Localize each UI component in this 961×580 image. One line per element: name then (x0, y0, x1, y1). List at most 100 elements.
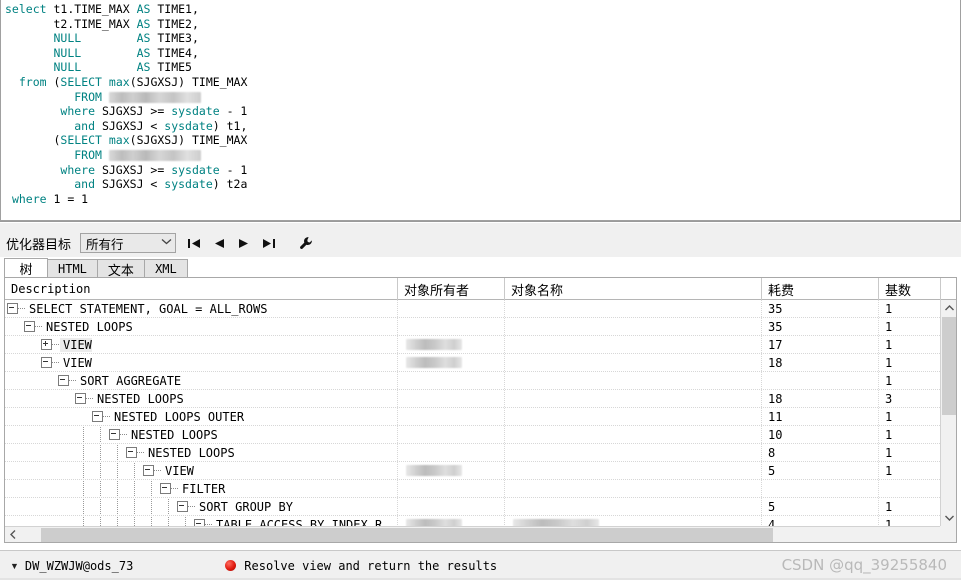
cell-cost[interactable] (762, 372, 879, 389)
tree-node[interactable]: FILTER (7, 480, 225, 497)
tree-node-label[interactable]: VIEW (162, 464, 194, 478)
tree-node[interactable]: SELECT STATEMENT, GOAL = ALL_ROWS (7, 300, 267, 317)
horizontal-scroll-thumb[interactable] (41, 527, 773, 542)
cell-cardinality[interactable]: 1 (879, 498, 941, 515)
cell-cardinality[interactable]: 3 (879, 390, 941, 407)
cell-object-owner[interactable] (398, 426, 505, 443)
cell-description[interactable]: VIEW (5, 354, 398, 371)
cell-cardinality[interactable]: 1 (879, 372, 941, 389)
tree-node-label[interactable]: SORT GROUP BY (196, 500, 293, 514)
cell-cost[interactable]: 8 (762, 444, 879, 461)
tree-node-label[interactable]: FILTER (179, 482, 225, 496)
tree-node[interactable]: SORT AGGREGATE (7, 372, 181, 389)
sql-editor-surface[interactable]: select t1.TIME_MAX AS TIME1, t2.TIME_MAX… (0, 0, 961, 221)
cell-description[interactable]: NESTED LOOPS (5, 318, 398, 335)
cell-cardinality[interactable]: 1 (879, 426, 941, 443)
tree-collapse-icon[interactable] (160, 483, 171, 494)
cell-object-name[interactable] (505, 498, 762, 515)
cell-object-owner[interactable] (398, 336, 505, 353)
tree-collapse-icon[interactable] (58, 375, 69, 386)
tree-node-label[interactable]: NESTED LOOPS (145, 446, 235, 460)
cell-object-owner[interactable] (398, 354, 505, 371)
tab-文本[interactable]: 文本 (96, 259, 145, 279)
cell-object-name[interactable] (505, 462, 762, 479)
tree-node-label[interactable]: SORT AGGREGATE (77, 374, 181, 388)
tree-node[interactable]: VIEW (7, 462, 194, 479)
cell-object-owner[interactable] (398, 498, 505, 515)
table-row[interactable]: NESTED LOOPS 10 1 (5, 426, 956, 444)
cell-object-owner[interactable] (398, 462, 505, 479)
connection-selector[interactable]: ▼ DW_WZWJW@ods_73 (10, 559, 133, 573)
cell-cost[interactable]: 18 (762, 390, 879, 407)
tab-xml[interactable]: XML (143, 259, 188, 278)
cell-object-owner[interactable] (398, 480, 505, 497)
cell-cost[interactable]: 35 (762, 300, 879, 317)
grid-body[interactable]: SELECT STATEMENT, GOAL = ALL_ROWS 35 1 NEST… (5, 300, 956, 542)
tree-node-label[interactable]: SELECT STATEMENT, GOAL = ALL_ROWS (26, 302, 267, 316)
tree-collapse-icon[interactable] (41, 357, 52, 368)
cell-cost[interactable]: 11 (762, 408, 879, 425)
tree-node[interactable]: NESTED LOOPS (7, 390, 184, 407)
cell-description[interactable]: FILTER (5, 480, 398, 497)
cell-object-name[interactable] (505, 426, 762, 443)
cell-cardinality[interactable]: 1 (879, 300, 941, 317)
tools-wrench-icon[interactable] (298, 235, 314, 251)
cell-object-name[interactable] (505, 354, 762, 371)
cell-description[interactable]: NESTED LOOPS OUTER (5, 408, 398, 425)
cell-object-name[interactable] (505, 336, 762, 353)
vertical-scroll-thumb[interactable] (942, 317, 956, 415)
tab-html[interactable]: HTML (47, 259, 98, 278)
cell-object-owner[interactable] (398, 408, 505, 425)
cell-cardinality[interactable]: 1 (879, 354, 941, 371)
column-header-desc[interactable]: Description (5, 278, 398, 300)
cell-description[interactable]: SELECT STATEMENT, GOAL = ALL_ROWS (5, 300, 398, 317)
scroll-up-icon[interactable] (941, 300, 956, 316)
cell-cost[interactable]: 10 (762, 426, 879, 443)
cell-description[interactable]: VIEW (5, 462, 398, 479)
cell-description[interactable]: VIEW (5, 336, 398, 353)
table-row[interactable]: NESTED LOOPS 18 3 (5, 390, 956, 408)
cell-cost[interactable]: 17 (762, 336, 879, 353)
cell-cardinality[interactable]: 1 (879, 408, 941, 425)
optimizer-goal-select[interactable]: 所有行 (80, 233, 177, 253)
table-row[interactable]: SORT GROUP BY 5 1 (5, 498, 956, 516)
cell-object-owner[interactable] (398, 444, 505, 461)
table-row[interactable]: NESTED LOOPS 35 1 (5, 318, 956, 336)
cell-cardinality[interactable]: 1 (879, 462, 941, 479)
tree-node[interactable]: NESTED LOOPS (7, 426, 218, 443)
tree-node-label[interactable]: VIEW (60, 356, 92, 370)
tree-node[interactable]: VIEW (7, 354, 92, 371)
vertical-scrollbar[interactable] (940, 300, 956, 526)
table-row[interactable]: NESTED LOOPS OUTER 11 1 (5, 408, 956, 426)
tree-collapse-icon[interactable] (24, 321, 35, 332)
cell-cardinality[interactable]: 1 (879, 318, 941, 335)
cell-cardinality[interactable]: 1 (879, 336, 941, 353)
column-header-card[interactable]: 基数 (879, 278, 941, 300)
scroll-left-icon[interactable] (5, 527, 21, 542)
tree-node-label[interactable]: NESTED LOOPS (94, 392, 184, 406)
tree-collapse-icon[interactable] (92, 411, 103, 422)
cell-object-name[interactable] (505, 318, 762, 335)
cell-object-owner[interactable] (398, 390, 505, 407)
tree-collapse-icon[interactable] (126, 447, 137, 458)
cell-object-name[interactable] (505, 372, 762, 389)
cell-object-owner[interactable] (398, 372, 505, 389)
cell-description[interactable]: SORT AGGREGATE (5, 372, 398, 389)
tree-node-label[interactable]: NESTED LOOPS (128, 428, 218, 442)
table-row[interactable]: SELECT STATEMENT, GOAL = ALL_ROWS 35 1 (5, 300, 956, 318)
table-row[interactable]: VIEW 17 1 (5, 336, 956, 354)
previous-record-icon[interactable] (211, 236, 226, 251)
tree-expand-icon[interactable] (41, 339, 52, 350)
cell-cardinality[interactable]: 1 (879, 444, 941, 461)
cell-object-name[interactable] (505, 300, 762, 317)
cell-description[interactable]: NESTED LOOPS (5, 426, 398, 443)
cell-cost[interactable]: 35 (762, 318, 879, 335)
cell-object-name[interactable] (505, 480, 762, 497)
cell-object-owner[interactable] (398, 300, 505, 317)
tree-node-label[interactable]: NESTED LOOPS OUTER (111, 410, 244, 424)
tree-node[interactable]: NESTED LOOPS (7, 318, 133, 335)
cell-object-name[interactable] (505, 408, 762, 425)
tree-node-label[interactable]: VIEW (60, 337, 92, 352)
tree-collapse-icon[interactable] (143, 465, 154, 476)
sql-code-text[interactable]: select t1.TIME_MAX AS TIME1, t2.TIME_MAX… (5, 2, 960, 206)
